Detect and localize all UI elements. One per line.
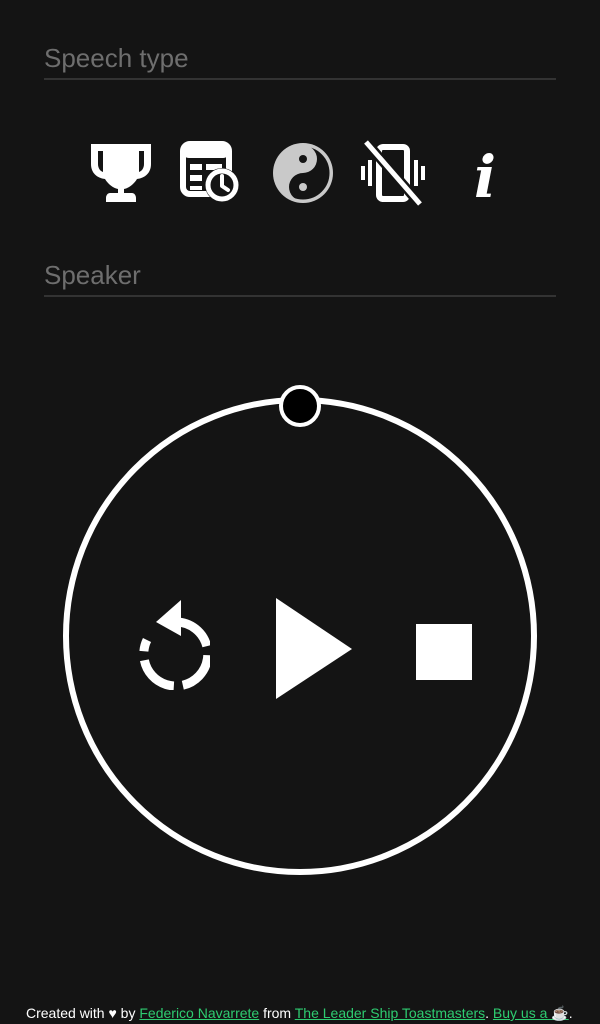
play-icon [276,598,352,699]
restart-icon [139,600,210,690]
vibration-off-icon [361,140,425,206]
club-link[interactable]: The Leader Ship Toastmasters [295,1005,485,1021]
footer-by: by [116,1005,140,1021]
schedule-icon [180,141,239,202]
footer-prefix: Created with [26,1005,109,1021]
trophy-icon [91,144,151,202]
stop-button[interactable] [416,624,472,680]
footer-from: from [259,1005,295,1021]
timer-dial [60,384,540,879]
play-button[interactable] [276,598,352,700]
speaker-input[interactable] [44,255,556,297]
yin-yang-icon [273,143,333,203]
trophy-button[interactable] [88,140,154,206]
speech-type-input[interactable] [44,38,556,80]
footer: Created with ♥ by Federico Navarrete fro… [26,1005,573,1022]
schedule-button[interactable] [176,140,242,206]
stop-icon [416,624,472,680]
buy-coffee-link[interactable]: Buy us a ☕ [493,1005,569,1021]
progress-knob[interactable] [279,385,321,427]
restart-button[interactable] [134,598,210,690]
app-root: i Created with ♥ by Federico Na [0,0,600,1024]
heart-icon: ♥ [108,1005,117,1021]
footer-sep: . [485,1005,493,1021]
footer-end: . [568,1005,573,1021]
info-button[interactable]: i [452,140,518,206]
toolbar: i [76,140,528,206]
info-glyph: i [474,143,496,206]
author-link[interactable]: Federico Navarrete [139,1005,259,1021]
info-icon: i [474,143,496,206]
vibration-off-button[interactable] [360,140,426,206]
yin-yang-button[interactable] [270,140,336,206]
